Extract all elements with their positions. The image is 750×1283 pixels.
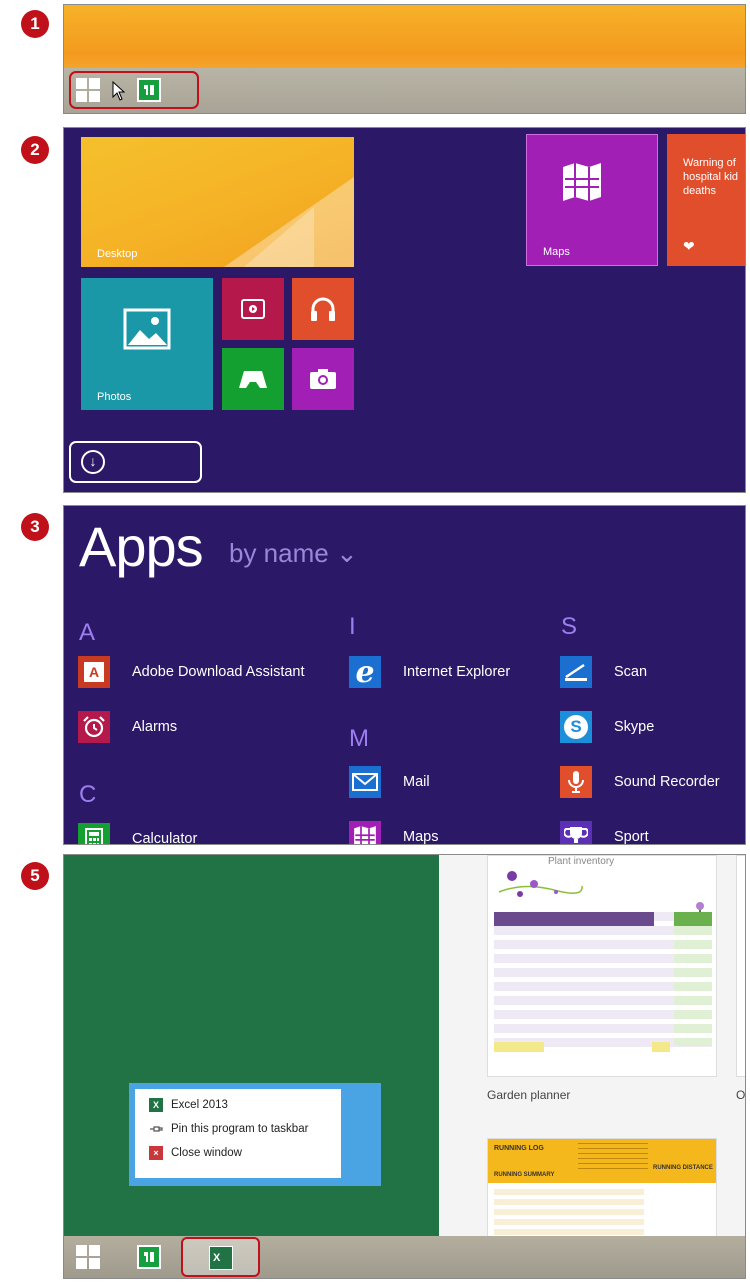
app-skype[interactable]: S Skype: [560, 707, 654, 747]
start-button-windows-icon[interactable]: [76, 1245, 100, 1269]
running-distance-label: RUNNING DISTANCE: [653, 1165, 713, 1171]
app-label: Maps: [403, 829, 439, 845]
taskbar: X: [64, 1236, 745, 1278]
app-label: Adobe Download Assistant: [132, 664, 305, 680]
app-label: Skype: [614, 719, 655, 735]
tile-photos[interactable]: Photos: [81, 278, 213, 410]
desktop-taskbar-screenshot: [63, 4, 746, 114]
app-label: Sound Recorder: [614, 774, 720, 790]
group-header-s[interactable]: S: [561, 613, 577, 641]
gamepad-icon: [239, 371, 267, 388]
excel-taskbar-button[interactable]: X: [181, 1237, 260, 1277]
maps-icon: [349, 821, 381, 844]
spreadsheet-preview: [494, 912, 712, 1052]
template-thumbnail-partial[interactable]: [736, 855, 745, 1077]
scan-icon: [560, 656, 592, 688]
step-badge-2: 2: [21, 136, 49, 164]
taskbar: [64, 68, 745, 113]
all-apps-arrow-icon[interactable]: ↓: [81, 450, 105, 474]
jump-list-label: Excel 2013: [171, 1099, 228, 1111]
tile-video[interactable]: [222, 278, 284, 340]
app-adobe-download-assistant[interactable]: A Adobe Download Assistant: [78, 652, 305, 692]
jump-list-label: Close window: [171, 1147, 242, 1159]
template-thumbnail-garden-planner[interactable]: Plant inventory: [487, 855, 717, 1077]
excel-jumplist-screenshot: Plant inventory Garden planner O RUNNING…: [63, 854, 746, 1279]
step-badge-5: 5: [21, 862, 49, 890]
tile-desktop-label: Desktop: [97, 248, 138, 260]
maps-icon: [563, 163, 601, 201]
app-scan[interactable]: Scan: [560, 652, 647, 692]
template-thumbnail-running-log[interactable]: RUNNING LOG RUNNING SUMMARY RUNNING DIST…: [487, 1138, 717, 1248]
headphones-icon: [311, 297, 335, 321]
group-header-a[interactable]: A: [79, 619, 95, 647]
group-header-c[interactable]: C: [79, 781, 96, 809]
app-mail[interactable]: Mail: [349, 762, 430, 802]
jump-list-item-close[interactable]: × Close window: [135, 1141, 341, 1165]
app-label: Sport: [614, 829, 649, 845]
start-button-windows-icon[interactable]: [76, 78, 100, 102]
app-calculator[interactable]: Calculator: [78, 819, 198, 845]
video-icon: [241, 299, 265, 319]
start-screen-screenshot: Desktop Photos Maps Warning of hospital …: [63, 127, 746, 493]
app-label: Scan: [614, 664, 648, 680]
step-badge-3: 3: [21, 513, 49, 541]
running-log-title: RUNNING LOG: [494, 1145, 544, 1152]
app-label: Calculator: [132, 831, 198, 845]
app-sport[interactable]: Sport: [560, 817, 649, 845]
jump-list-item-pin[interactable]: Pin this program to taskbar: [135, 1117, 341, 1141]
apps-view-screenshot: Apps by name ⌄ A A Adobe Download Assist…: [63, 505, 746, 845]
tile-maps-label: Maps: [543, 246, 570, 258]
tile-news[interactable]: Warning of hospital kid deaths ❤: [667, 134, 745, 266]
camera-icon: [310, 369, 336, 389]
excel-backstage-green-pane: [64, 855, 439, 1247]
running-summary-label: RUNNING SUMMARY: [494, 1172, 555, 1178]
mail-icon: [349, 766, 381, 798]
jump-list-item-excel[interactable]: X Excel 2013: [135, 1093, 341, 1117]
pin-icon: [150, 1126, 163, 1132]
step-badge-1: 1: [21, 10, 49, 38]
internet-explorer-icon: e: [349, 655, 381, 690]
tile-photos-label: Photos: [97, 391, 132, 403]
apps-title: Apps: [79, 515, 204, 578]
group-header-i[interactable]: I: [349, 613, 356, 641]
alarm-clock-icon: [78, 711, 110, 743]
calculator-icon: [78, 823, 110, 844]
app-label: Mail: [403, 774, 430, 790]
taskbar-jump-list: X Excel 2013 Pin this program to taskbar…: [129, 1083, 381, 1186]
tile-camera[interactable]: [292, 348, 354, 410]
tile-games[interactable]: [222, 348, 284, 410]
template-name-garden-planner[interactable]: Garden planner: [487, 1088, 570, 1102]
microphone-icon: [560, 766, 592, 798]
close-icon: ×: [149, 1146, 163, 1160]
tile-maps[interactable]: Maps: [526, 134, 658, 266]
tile-music[interactable]: [292, 278, 354, 340]
store-icon[interactable]: [137, 78, 161, 102]
excel-icon: X: [149, 1098, 163, 1112]
highlight-outline: ↓: [69, 441, 202, 483]
tile-news-headline: Warning of hospital kid deaths: [683, 157, 739, 197]
tile-desktop[interactable]: Desktop: [81, 137, 354, 267]
app-maps[interactable]: Maps: [349, 817, 439, 845]
partial-template-label: O: [736, 1088, 746, 1102]
store-icon[interactable]: [137, 1245, 161, 1269]
flower-decoration-icon: [498, 871, 583, 897]
sort-dropdown[interactable]: by name ⌄: [229, 538, 358, 569]
mouse-cursor-icon: [112, 81, 126, 101]
photos-icon: [123, 308, 171, 350]
jump-list-label: Pin this program to taskbar: [171, 1123, 309, 1135]
app-label: Alarms: [132, 719, 178, 735]
app-internet-explorer[interactable]: e Internet Explorer: [349, 652, 510, 692]
excel-icon: X: [209, 1246, 233, 1270]
adobe-icon: A: [78, 656, 110, 688]
app-label: Internet Explorer: [403, 664, 511, 680]
skype-icon: S: [560, 711, 592, 743]
app-alarms[interactable]: Alarms: [78, 707, 177, 747]
heart-icon: ❤: [683, 238, 695, 254]
group-header-m[interactable]: M: [349, 725, 369, 753]
trophy-icon: [560, 821, 592, 844]
app-sound-recorder[interactable]: Sound Recorder: [560, 762, 720, 802]
